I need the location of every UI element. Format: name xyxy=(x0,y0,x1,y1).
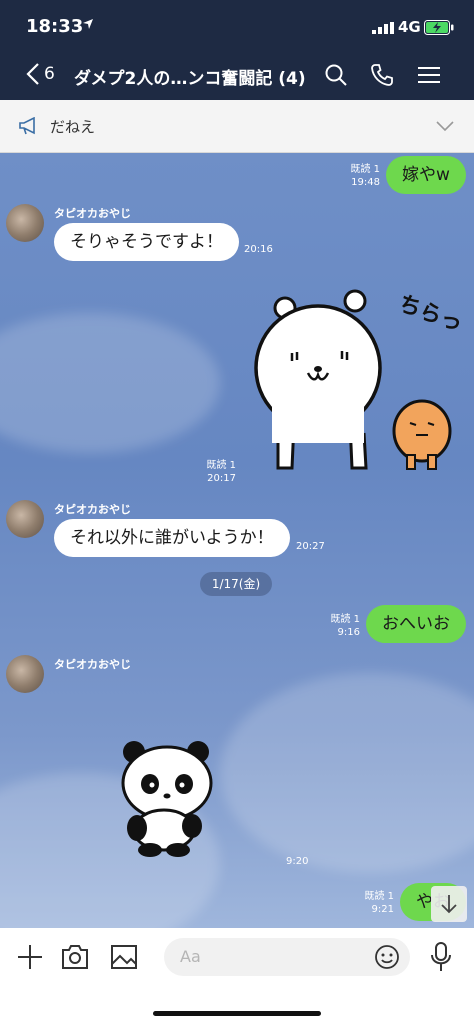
announcement-bar[interactable]: だねえ xyxy=(0,100,474,153)
avatar[interactable] xyxy=(6,204,44,242)
plus-icon[interactable] xyxy=(16,943,44,971)
message-bubble-outgoing[interactable]: おへいお xyxy=(366,605,466,643)
announcement-text: だねえ xyxy=(50,118,96,136)
avatar[interactable] xyxy=(6,655,44,693)
status-bar: 18:33 4G xyxy=(0,0,474,50)
message-status: 既読 1 19:48 xyxy=(350,164,380,188)
message-time: 20:16 xyxy=(244,244,273,255)
emoji-icon[interactable] xyxy=(374,944,400,970)
chat-title[interactable]: ダメプ2人の…ンコ奮闘記 (4) xyxy=(74,64,310,89)
home-indicator xyxy=(153,1011,321,1016)
battery-charging-icon xyxy=(424,20,454,35)
chat-area[interactable]: 既読 1 19:48 嫁やw タピオカおやじ そりゃそうですよ！ 20:16 既… xyxy=(0,153,474,928)
signal-icon xyxy=(372,22,394,34)
message-status: 既読 1 9:16 xyxy=(330,614,360,638)
header: 18:33 4G 6 ダメプ2人の…ンコ奮闘記 (4) xyxy=(0,0,474,100)
message-input[interactable]: Aa xyxy=(164,938,410,976)
input-placeholder: Aa xyxy=(180,947,201,966)
phone-icon[interactable] xyxy=(370,63,394,87)
sender-name: タピオカおやじ xyxy=(54,503,131,516)
sender-name: タピオカおやじ xyxy=(54,207,131,220)
panda-sticker[interactable] xyxy=(112,738,222,858)
scroll-to-bottom-button[interactable] xyxy=(431,886,467,922)
megaphone-icon xyxy=(19,117,35,135)
microphone-icon[interactable] xyxy=(430,942,452,972)
status-time: 18:33 xyxy=(26,16,84,37)
message-status: 既読 1 20:17 xyxy=(206,460,236,484)
polar-bear-sticker[interactable]: ちらっ xyxy=(250,273,460,483)
message-time: 9:20 xyxy=(286,856,309,867)
message-status: 既読 1 9:21 xyxy=(364,891,394,915)
search-icon[interactable] xyxy=(324,63,348,87)
unread-count: 6 xyxy=(44,64,55,84)
message-time: 20:27 xyxy=(296,541,325,552)
chevron-down-icon[interactable] xyxy=(436,120,454,132)
back-button[interactable]: 6 xyxy=(26,62,55,86)
menu-icon[interactable] xyxy=(418,63,440,87)
nav-bar: 6 ダメプ2人の…ンコ奮闘記 (4) xyxy=(0,50,474,100)
message-bubble-incoming[interactable]: それ以外に誰がいようか！ xyxy=(54,519,290,557)
sender-name: タピオカおやじ xyxy=(54,658,131,671)
avatar[interactable] xyxy=(6,500,44,538)
location-arrow-icon xyxy=(83,19,93,29)
sticker-text: ちらっ xyxy=(395,291,460,337)
message-bubble-incoming[interactable]: そりゃそうですよ！ xyxy=(54,223,239,261)
chevron-left-icon xyxy=(26,63,39,85)
message-bubble-outgoing[interactable]: 嫁やw xyxy=(386,156,466,194)
arrow-down-icon xyxy=(441,895,457,914)
message-toolbar: Aa xyxy=(0,928,474,1024)
camera-icon[interactable] xyxy=(61,944,89,970)
network-type: 4G xyxy=(398,18,421,36)
image-icon[interactable] xyxy=(110,944,138,970)
date-separator: 1/17(金) xyxy=(200,572,272,596)
